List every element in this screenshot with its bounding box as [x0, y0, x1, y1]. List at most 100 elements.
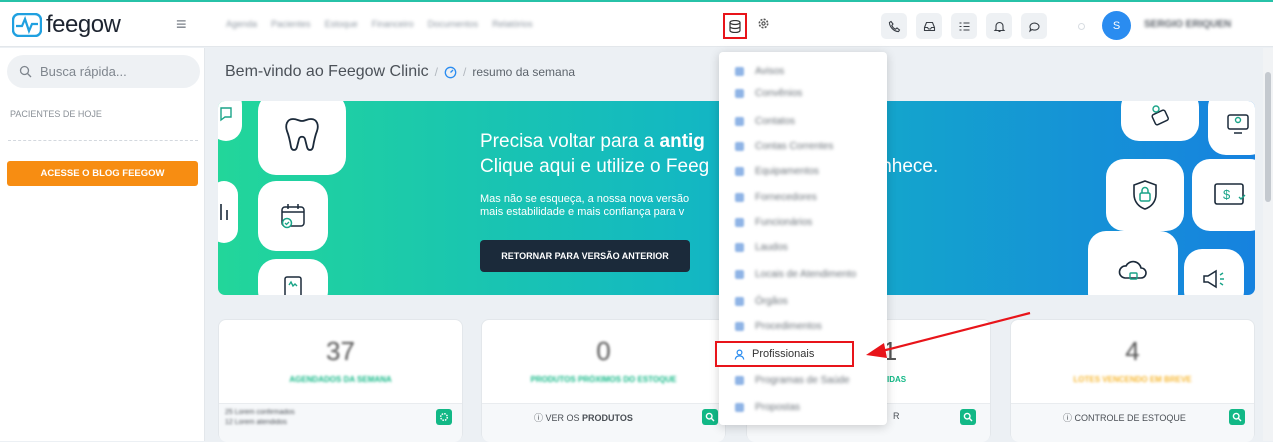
- menu-item-icon: [735, 376, 744, 385]
- database-icon: [729, 19, 741, 33]
- card-footer-line: 25 Lorem confirmados: [225, 409, 295, 416]
- menu-item-icon: [735, 243, 744, 252]
- top-bar: feegow ≡ Agenda Pacientes Estoque Financ…: [0, 0, 1273, 47]
- billing-screen-tile-icon: $: [1192, 159, 1255, 231]
- menu-item-icon: [735, 142, 744, 151]
- cloud-lock-tile-icon: [1088, 231, 1178, 295]
- dropdown-item[interactable]: Procedimentos: [719, 316, 887, 338]
- nav-item[interactable]: Documentos: [428, 19, 479, 29]
- card-footer: 25 Lorem confirmados 12 Lorem atendidos: [219, 403, 462, 442]
- breadcrumb-current[interactable]: resumo da semana: [472, 65, 575, 79]
- card-label: PRODUTOS PRÓXIMOS DO ESTOQUE: [530, 375, 677, 384]
- status-dot: [1078, 23, 1085, 30]
- dropdown-item[interactable]: Equipamentos: [719, 161, 887, 183]
- breadcrumb-separator: /: [463, 65, 467, 79]
- main-nav: Agenda Pacientes Estoque Financeiro Docu…: [226, 19, 533, 29]
- chart-tile-icon: [218, 181, 238, 243]
- nav-item[interactable]: Pacientes: [271, 19, 311, 29]
- card-number: 0: [596, 336, 611, 366]
- stock-products-card: 0 PRODUTOS PRÓXIMOS DO ESTOQUE ⓘ VER OS …: [481, 319, 726, 442]
- menu-item-icon: [735, 193, 744, 202]
- dropdown-item[interactable]: Órgãos: [719, 291, 887, 313]
- search-icon: [19, 65, 32, 78]
- inbox-icon[interactable]: [916, 13, 942, 39]
- dropdown-item-profissionais[interactable]: Profissionais: [715, 341, 854, 367]
- scrollbar[interactable]: [1263, 48, 1273, 441]
- chat-bubble-tile-icon: [218, 101, 242, 141]
- svg-text:$: $: [1223, 187, 1231, 202]
- menu-item-icon: [735, 403, 744, 412]
- nav-item[interactable]: Estoque: [325, 19, 358, 29]
- divider: [8, 140, 198, 141]
- return-old-version-button[interactable]: RETORNAR PARA VERSÃO ANTERIOR: [480, 240, 690, 272]
- toolbar-icons: [881, 13, 1047, 39]
- banner-headline-1: Precisa voltar para a antig: [480, 131, 705, 152]
- megaphone-tile-icon: [1184, 249, 1244, 295]
- dropdown-item[interactable]: Laudos: [719, 237, 887, 259]
- dropdown-item[interactable]: Convênios: [719, 83, 887, 105]
- search-icon[interactable]: [702, 409, 718, 425]
- card-footer: ⓘ CONTROLE DE ESTOQUE: [1011, 403, 1254, 442]
- user-icon: [734, 348, 745, 360]
- database-menu-button[interactable]: [723, 13, 747, 39]
- menu-item-icon: [735, 167, 744, 176]
- settings-gear-icon[interactable]: [436, 409, 452, 425]
- page-title: Bem-vindo ao Feegow Clinic: [225, 63, 429, 80]
- monitor-user-tile-icon: [1208, 101, 1255, 155]
- dropdown-item[interactable]: Locais de Atendimento: [719, 264, 887, 286]
- menu-item-icon: [735, 67, 744, 76]
- medical-file-tile-icon: [258, 259, 328, 295]
- scrollbar-thumb[interactable]: [1265, 72, 1271, 202]
- quick-search-input[interactable]: Busca rápida...: [7, 55, 200, 88]
- menu-item-icon: [735, 218, 744, 227]
- user-name[interactable]: SERGIO ERIQUEN: [1144, 19, 1231, 30]
- nav-item[interactable]: Relatórios: [492, 19, 533, 29]
- banner-body-2: mais estabilidade e mais confiança para …: [480, 206, 685, 218]
- nav-item[interactable]: Agenda: [226, 19, 257, 29]
- menu-item-icon: [735, 322, 744, 331]
- dropdown-item[interactable]: Programas de Saúde: [719, 370, 887, 392]
- dashboard-gauge-icon[interactable]: [444, 66, 457, 79]
- card-footer-link[interactable]: R: [893, 411, 900, 421]
- hamburger-menu-icon[interactable]: ≡: [176, 14, 187, 35]
- card-label: IDAS: [887, 375, 907, 384]
- feegow-logo[interactable]: feegow: [12, 11, 121, 39]
- banner-body-1: Mas não se esqueça, a nossa nova versão: [480, 193, 690, 205]
- phone-icon[interactable]: [881, 13, 907, 39]
- logo-text: feegow: [46, 11, 121, 38]
- chat-icon[interactable]: [1021, 13, 1047, 39]
- dropdown-item[interactable]: Contas Correntes: [719, 136, 887, 158]
- blog-button[interactable]: ACESSE O BLOG FEEGOW: [7, 161, 198, 186]
- medical-bag-tile-icon: [1121, 101, 1199, 141]
- breadcrumb: Bem-vindo ao Feegow Clinic / / resumo da…: [225, 63, 575, 81]
- nav-item[interactable]: Financeiro: [372, 19, 414, 29]
- card-label: AGENDADOS DA SEMANA: [289, 375, 392, 384]
- weekly-appointments-card: 37 AGENDADOS DA SEMANA 25 Lorem confirma…: [218, 319, 463, 442]
- breadcrumb-separator: /: [434, 65, 438, 79]
- card-label: LOTES VENCENDO EM BREVE: [1073, 375, 1192, 384]
- task-list-icon[interactable]: [951, 13, 977, 39]
- search-icon[interactable]: [1229, 409, 1245, 425]
- see-products-link[interactable]: ⓘ VER OS PRODUTOS: [534, 411, 633, 424]
- card-number: 37: [326, 336, 355, 366]
- user-avatar[interactable]: S: [1102, 11, 1131, 40]
- stock-control-link[interactable]: ⓘ CONTROLE DE ESTOQUE: [1063, 411, 1186, 424]
- tooth-tile-icon: [258, 101, 346, 175]
- search-icon[interactable]: [960, 409, 976, 425]
- dropdown-item[interactable]: Funcionários: [719, 212, 887, 234]
- menu-item-icon: [735, 270, 744, 279]
- pulse-logo-icon: [12, 13, 42, 37]
- dropdown-item[interactable]: Propostas: [719, 397, 887, 419]
- dropdown-item[interactable]: Avisos: [719, 61, 887, 83]
- card-footer-line: 12 Lorem atendidos: [225, 419, 287, 426]
- menu-item-icon: [735, 89, 744, 98]
- database-dropdown-menu: Avisos Convênios Contatos Contas Corrent…: [719, 52, 887, 425]
- bell-icon[interactable]: [986, 13, 1012, 39]
- card-footer: ⓘ VER OS PRODUTOS: [482, 403, 725, 442]
- calendar-tile-icon: [258, 181, 328, 251]
- settings-gear-icon[interactable]: [757, 17, 770, 35]
- expiring-lots-card: 4 LOTES VENCENDO EM BREVE ⓘ CONTROLE DE …: [1010, 319, 1255, 442]
- dropdown-item[interactable]: Fornecedores: [719, 187, 887, 209]
- search-placeholder: Busca rápida...: [40, 64, 127, 79]
- dropdown-item[interactable]: Contatos: [719, 111, 887, 133]
